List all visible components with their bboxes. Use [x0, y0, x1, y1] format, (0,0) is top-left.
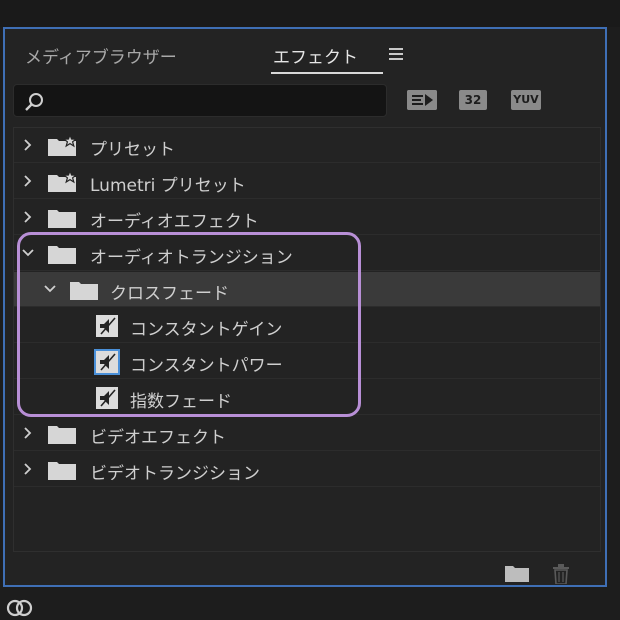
search-field[interactable] — [13, 84, 387, 117]
search-icon — [25, 93, 43, 111]
effects-tree: プリセット Lumetri プリセット オーディオエフェクト オーディオトランジ… — [13, 127, 601, 552]
tree-item-label: ビデオエフェクト — [90, 428, 226, 448]
tree-item-exponential-fade[interactable]: 指数フェード — [14, 380, 600, 415]
audio-transition-icon — [96, 315, 118, 337]
tab-media-browser[interactable]: メディアブラウザー — [25, 43, 177, 68]
status-bar — [0, 590, 620, 620]
chevron-down-icon[interactable] — [44, 283, 56, 295]
audio-transition-icon — [96, 387, 118, 409]
tree-item-label: 指数フェード — [130, 392, 232, 412]
accelerated-effects-filter-button[interactable] — [407, 90, 437, 110]
chevron-right-icon[interactable] — [22, 175, 34, 187]
search-input[interactable] — [50, 89, 384, 115]
tree-item-constant-gain[interactable]: コンスタントゲイン — [14, 308, 600, 343]
tree-item-presets[interactable]: プリセット — [14, 128, 600, 163]
tree-item-audio-effects[interactable]: オーディオエフェクト — [14, 200, 600, 235]
chevron-down-icon[interactable] — [22, 247, 34, 259]
star-folder-icon — [48, 172, 76, 192]
folder-icon — [48, 426, 76, 444]
tree-item-label: コンスタントゲイン — [130, 320, 283, 340]
chevron-right-icon[interactable] — [22, 427, 34, 439]
audio-transition-default-icon — [94, 349, 120, 375]
effects-panel: メディアブラウザー エフェクト 32 YUV プリセット Lumetri プリセ… — [3, 27, 607, 587]
tree-item-crossfade[interactable]: クロスフェード — [14, 272, 600, 307]
tree-item-label: オーディオエフェクト — [90, 212, 259, 232]
folder-icon — [48, 210, 76, 228]
folder-icon — [48, 462, 76, 480]
creative-cloud-icon[interactable] — [5, 598, 35, 618]
tree-item-video-transitions[interactable]: ビデオトランジション — [14, 452, 600, 487]
panel-menu-icon[interactable] — [389, 48, 403, 60]
tree-item-audio-transitions[interactable]: オーディオトランジション — [14, 236, 600, 271]
tree-item-label: クロスフェード — [110, 284, 229, 304]
active-tab-indicator — [271, 72, 383, 74]
tree-item-lumetri-presets[interactable]: Lumetri プリセット — [14, 164, 600, 199]
tree-item-label: オーディオトランジション — [90, 248, 293, 268]
folder-icon — [70, 282, 98, 300]
trash-icon[interactable] — [551, 564, 571, 584]
chevron-right-icon[interactable] — [22, 139, 34, 151]
tree-item-label: プリセット — [90, 140, 175, 160]
tree-item-label: コンスタントパワー — [130, 356, 283, 376]
tree-item-label: Lumetri プリセット — [90, 176, 246, 196]
tree-item-video-effects[interactable]: ビデオエフェクト — [14, 416, 600, 451]
star-folder-icon — [48, 136, 76, 156]
tree-item-constant-power[interactable]: コンスタントパワー — [14, 344, 600, 379]
folder-icon — [48, 246, 76, 264]
32bit-filter-button[interactable]: 32 — [459, 90, 487, 110]
top-bar — [0, 0, 620, 27]
chevron-right-icon[interactable] — [22, 211, 34, 223]
new-bin-icon[interactable] — [505, 564, 529, 582]
tree-item-label: ビデオトランジション — [90, 464, 260, 484]
yuv-filter-button[interactable]: YUV — [511, 90, 541, 110]
tab-effects[interactable]: エフェクト — [273, 43, 358, 68]
accelerated-effects-icon — [407, 90, 437, 110]
chevron-right-icon[interactable] — [22, 463, 34, 475]
